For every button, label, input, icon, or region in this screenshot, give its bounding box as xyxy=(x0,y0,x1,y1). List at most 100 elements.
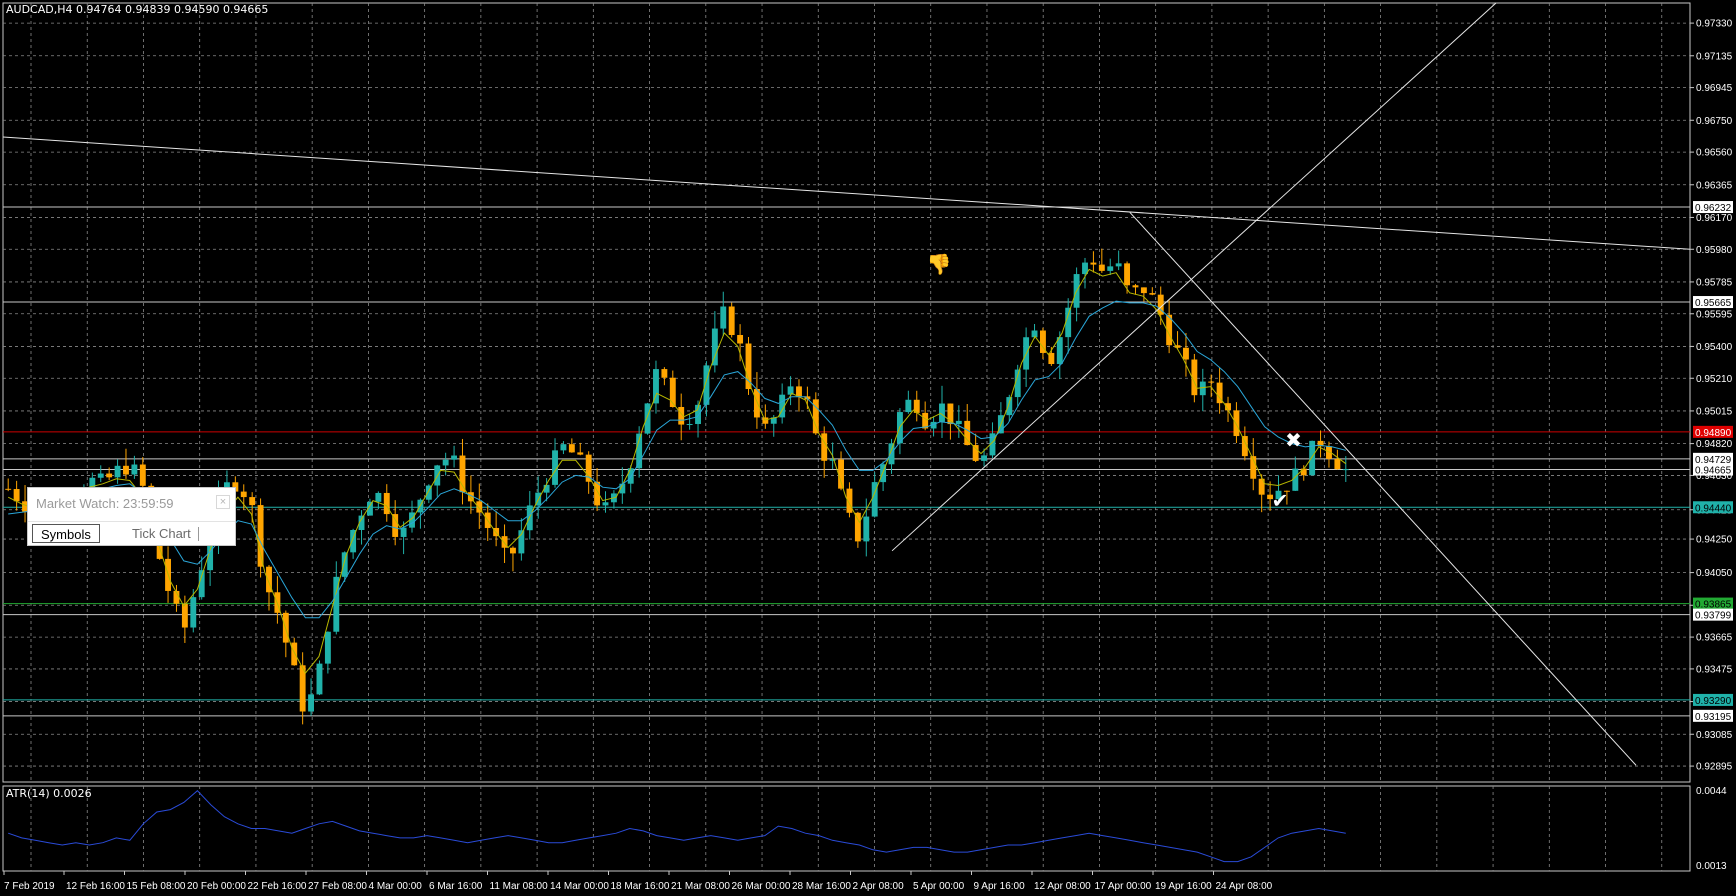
tab-tick-chart[interactable]: Tick Chart xyxy=(124,524,199,543)
time-tick-label: 19 Apr 16:00 xyxy=(1155,881,1212,892)
candle-body xyxy=(1098,264,1105,271)
candle-body xyxy=(627,468,634,484)
candle-body xyxy=(829,459,836,461)
candle-body xyxy=(308,694,315,712)
candle-body xyxy=(1342,469,1349,471)
candle-body xyxy=(753,389,760,418)
candle-body xyxy=(796,386,802,397)
candle-body xyxy=(1107,266,1114,271)
candle-body xyxy=(711,328,718,366)
time-tick-label: 7 Feb 2019 xyxy=(4,881,55,892)
price-tick-label: 0.97330 xyxy=(1696,19,1733,30)
candle-body xyxy=(451,455,458,460)
time-tick-label: 2 Apr 08:00 xyxy=(853,881,905,892)
candle-body xyxy=(602,502,609,506)
price-tick-label: 0.94050 xyxy=(1696,568,1733,579)
candle-body xyxy=(5,488,12,490)
candle-body xyxy=(972,445,979,461)
candle-body xyxy=(1124,263,1131,286)
thumbs-down-signal: 👎 xyxy=(927,252,952,276)
candle-body xyxy=(97,473,104,478)
rising-channel-line xyxy=(891,2,1497,552)
tab-symbols[interactable]: Symbols xyxy=(32,524,100,543)
time-tick-label: 9 Apr 16:00 xyxy=(974,881,1026,892)
time-tick-label: 15 Feb 08:00 xyxy=(127,881,186,892)
falling-trend-line xyxy=(1129,212,1637,766)
candle-body xyxy=(838,459,844,489)
candle-body xyxy=(324,631,331,664)
time-tick-label: 26 Mar 00:00 xyxy=(732,881,791,892)
candle-body xyxy=(644,403,651,434)
price-tick-label: 0.96170 xyxy=(1696,213,1733,224)
price-level-badge-label: 0.96232 xyxy=(1695,203,1732,214)
moving-average-fast xyxy=(7,268,1347,674)
candle-body xyxy=(510,547,516,554)
candle-body xyxy=(1056,337,1063,365)
candle-body xyxy=(316,663,323,695)
price-tick-label: 0.96750 xyxy=(1696,116,1733,127)
candle-body xyxy=(1140,287,1147,294)
time-tick-label: 5 Apr 00:00 xyxy=(913,881,965,892)
candle-body xyxy=(190,597,197,628)
market-watch-panel[interactable]: Market Watch: 23:59:59 × Symbols Tick Ch… xyxy=(27,487,236,546)
market-watch-title: Market Watch: 23:59:59 xyxy=(36,496,174,511)
candle-body xyxy=(1300,468,1307,476)
candle-body xyxy=(1208,381,1215,383)
candle-body xyxy=(1292,468,1299,491)
market-watch-tabs: Symbols Tick Chart xyxy=(28,521,235,546)
candle-body xyxy=(114,465,121,478)
price-level-badge-label: 0.94440 xyxy=(1695,503,1732,514)
candle-body xyxy=(1199,381,1206,396)
time-tick-label: 22 Feb 16:00 xyxy=(248,881,307,892)
price-level-badge-label: 0.93195 xyxy=(1695,712,1732,723)
price-tick-label: 0.96365 xyxy=(1696,180,1733,191)
price-level-badge-label: 0.95665 xyxy=(1695,298,1732,309)
candle-body xyxy=(577,452,584,455)
candle-body xyxy=(1183,347,1189,360)
price-level-badge-label: 0.94890 xyxy=(1695,428,1732,439)
candle-body xyxy=(1233,410,1240,437)
price-tick-label: 0.95785 xyxy=(1696,277,1733,288)
price-tick-label: 0.96945 xyxy=(1696,83,1733,94)
close-icon[interactable]: × xyxy=(216,495,230,509)
price-chart[interactable]: 0.97330 0.97135 0.96945 0.96750 0.96560 0.963… xyxy=(0,0,1736,896)
candle-body xyxy=(13,489,20,502)
time-tick-label: 20 Feb 00:00 xyxy=(187,881,246,892)
tab-separator xyxy=(198,527,199,541)
candle-body xyxy=(383,492,390,515)
price-tick-label: 0.93665 xyxy=(1696,633,1733,644)
candle-body xyxy=(139,464,146,486)
time-tick-label: 28 Mar 16:00 xyxy=(792,881,851,892)
candle-body xyxy=(905,399,912,413)
price-tick-label: 0.93475 xyxy=(1696,664,1733,675)
time-tick-label: 21 Mar 08:00 xyxy=(671,881,730,892)
price-tick-label: 0.94820 xyxy=(1696,439,1733,450)
candle-body xyxy=(728,306,735,335)
time-tick-label: 12 Feb 16:00 xyxy=(66,881,125,892)
candle-body xyxy=(955,420,962,425)
candle-body xyxy=(123,465,129,475)
price-tick-label: 0.95015 xyxy=(1696,406,1733,417)
price-level-badge-label: 0.94665 xyxy=(1695,466,1732,477)
candle-body xyxy=(854,512,861,542)
candle-body xyxy=(442,459,449,466)
candle-body xyxy=(375,492,382,502)
candle-body xyxy=(341,552,348,577)
candle-body xyxy=(762,417,769,424)
time-tick-label: 14 Mar 00:00 xyxy=(550,881,609,892)
candle-body xyxy=(568,444,575,453)
candle-body xyxy=(1115,263,1122,267)
candle-body xyxy=(291,642,298,666)
time-tick-label: 12 Apr 08:00 xyxy=(1034,881,1091,892)
price-tick-label: 0.95595 xyxy=(1696,309,1733,320)
candle-body xyxy=(1090,262,1097,265)
sell-signal-x: ✖ xyxy=(1285,428,1302,452)
atr-indicator-label: ATR(14) 0.0026 xyxy=(6,787,92,800)
candle-body xyxy=(703,365,710,405)
price-tick-label: 0.94250 xyxy=(1696,535,1733,546)
candle-body xyxy=(863,516,870,542)
candle-body xyxy=(981,455,988,461)
candle-body xyxy=(1132,285,1139,288)
candle-body xyxy=(459,455,466,493)
candle-body xyxy=(922,412,929,429)
